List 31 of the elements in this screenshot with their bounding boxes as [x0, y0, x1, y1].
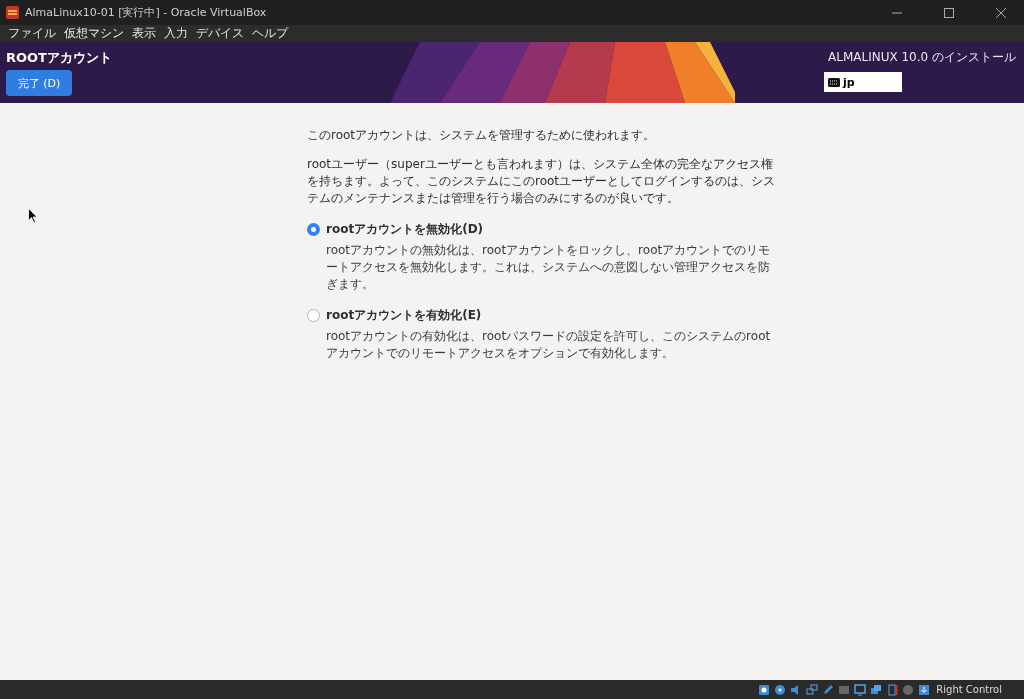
radio-label[interactable]: rootアカウントを有効化(E) — [326, 307, 482, 324]
keyboard-layout-field[interactable]: jp — [824, 72, 902, 92]
keyboard-icon — [828, 77, 840, 87]
maximize-icon[interactable] — [944, 7, 954, 18]
menu-item[interactable]: 入力 — [160, 25, 192, 42]
network-icon[interactable] — [806, 683, 819, 696]
radio-button[interactable] — [307, 223, 320, 236]
optical-disc-icon[interactable] — [774, 683, 787, 696]
down-arrow-icon[interactable] — [918, 683, 931, 696]
menu-item[interactable]: 表示 — [128, 25, 160, 42]
close-icon[interactable] — [996, 7, 1006, 18]
pen-icon[interactable] — [822, 683, 835, 696]
description-text: このrootアカウントは、システムを管理するために使われます。 — [307, 127, 657, 144]
description-text: rootユーザー（superユーザーとも言われます）は、システム全体の完全なアクセス権を持ちます。よって、このシステムにこのrootユーザーとしてログインするのは、システムのメンテナンスまたは管理を行う場合のみにするのが良いです。 — [307, 156, 777, 207]
radio-button[interactable] — [307, 309, 320, 322]
window-title: AlmaLinux10-01 [実行中] - Oracle VirtualBox — [25, 5, 268, 20]
mouse-pointer-icon — [28, 208, 38, 223]
done-button[interactable]: 完了 (D) — [6, 70, 72, 96]
menu-item[interactable]: 仮想マシン — [60, 25, 128, 42]
menu-item[interactable]: ファイル — [4, 25, 60, 42]
option-description: rootアカウントの有効化は、rootパスワードの設定を許可し、このシステムのrootアカウントでのリモートアクセスをオプションで有効化します。 — [326, 328, 772, 362]
host-key-label: Right Control — [936, 684, 1002, 695]
product-title: ALMALINUX 10.0 のインストール — [828, 49, 1016, 66]
radio-label[interactable]: rootアカウントを無効化(D) — [326, 221, 484, 238]
menu-item[interactable]: ヘルプ — [248, 25, 292, 42]
menu-item[interactable]: デバイス — [192, 25, 248, 42]
monitor-icon[interactable] — [854, 683, 867, 696]
option-description: rootアカウントの無効化は、rootアカウントをロックし、rootアカウントでのリモートアクセスを無効化します。これは、システムへの意図しない管理アクセスを防ぎます。 — [326, 242, 772, 293]
windows-icon[interactable] — [870, 683, 883, 696]
app-logo-icon — [6, 6, 19, 19]
page-title: ROOTアカウント — [6, 49, 112, 67]
